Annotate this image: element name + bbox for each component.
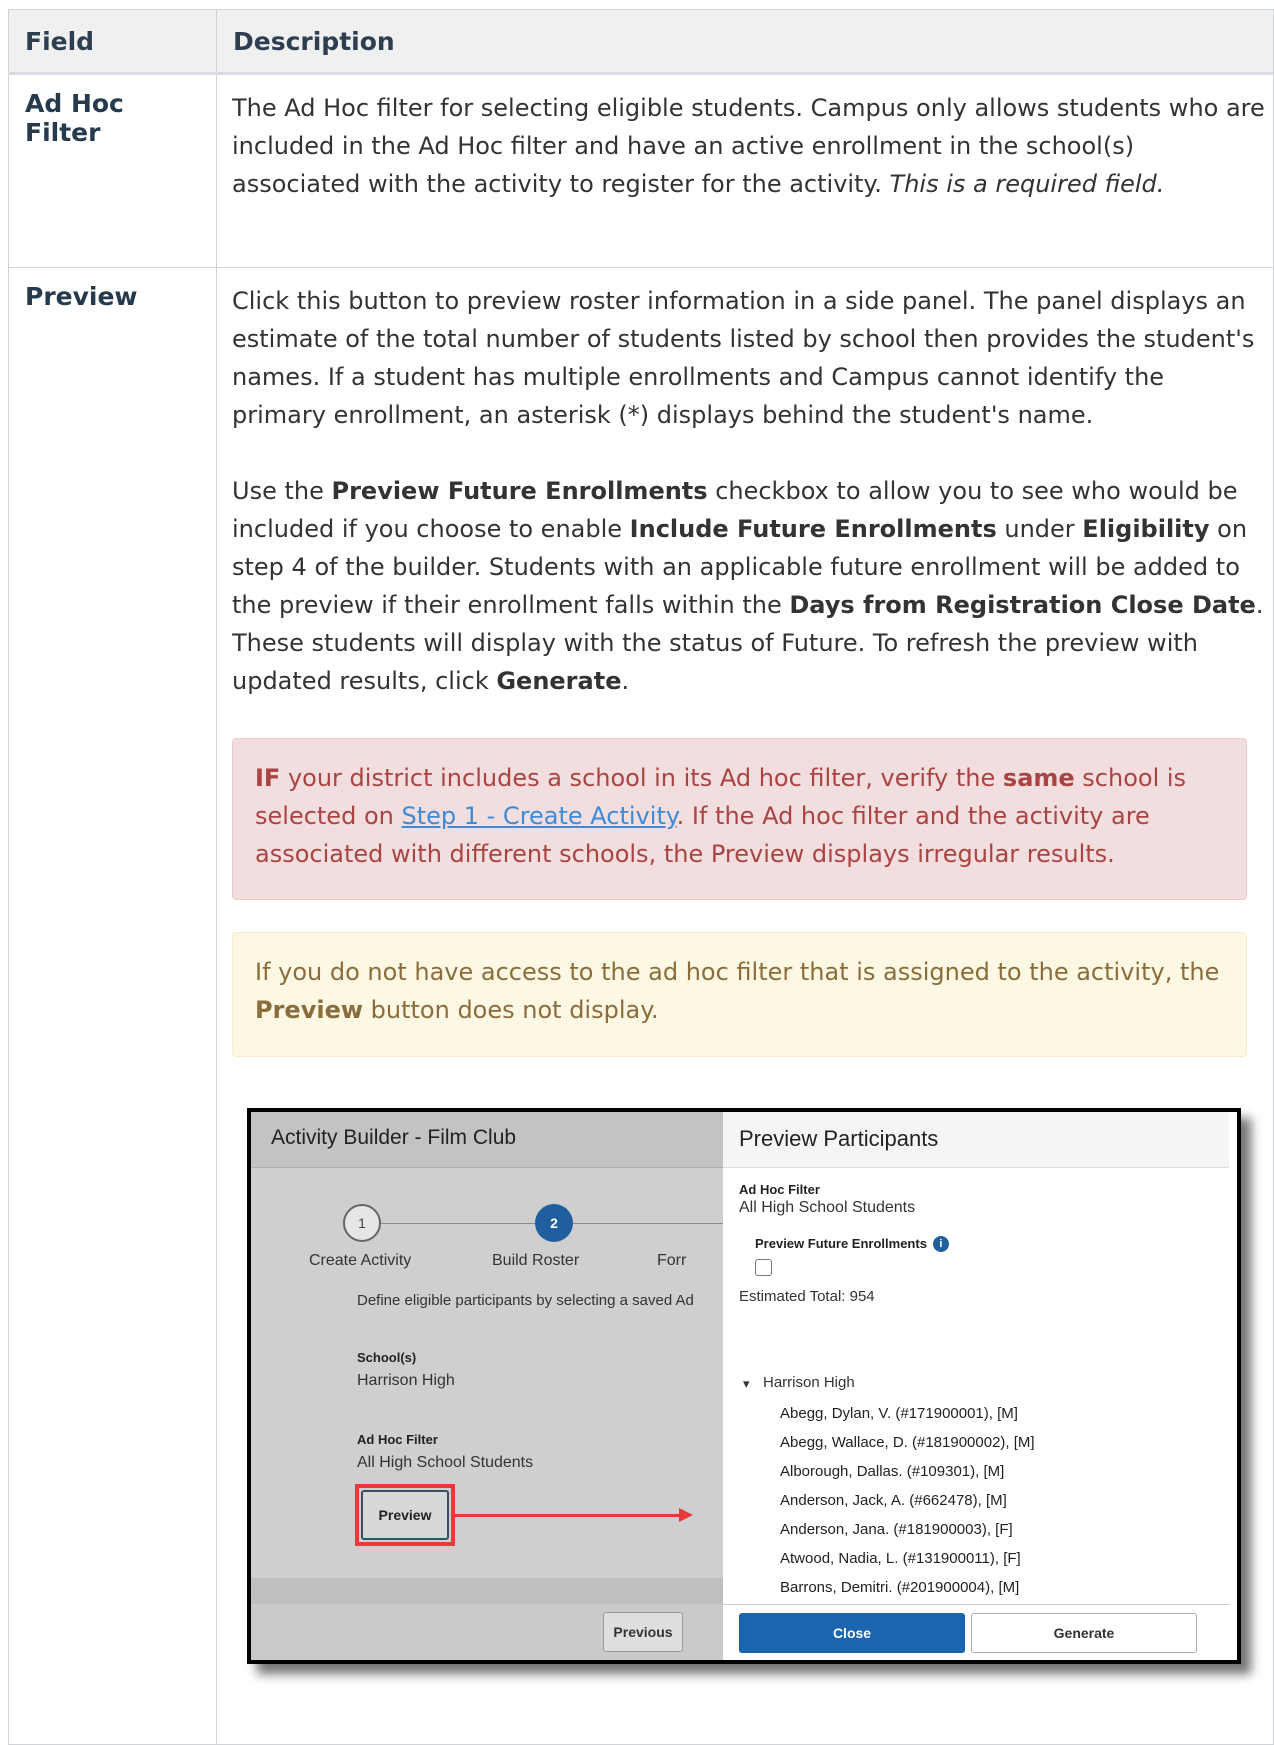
- callout-arrow: [455, 1514, 681, 1517]
- required-note: This is a required field.: [889, 170, 1165, 198]
- preview-participants-panel: Preview Participants Ad Hoc Filter All H…: [723, 1112, 1229, 1660]
- description-ad-hoc-filter: The Ad Hoc filter for selecting eligible…: [216, 73, 1274, 268]
- panel-adhoc-value: All High School Students: [739, 1199, 916, 1216]
- preview-paragraph-2: Use the Preview Future Enrollments check…: [232, 477, 1264, 695]
- panel-body: Ad Hoc Filter All High School Students P…: [739, 1182, 1229, 1391]
- step-1-circle[interactable]: 1: [343, 1204, 381, 1242]
- future-enrollments-row: Preview Future Enrollments i: [755, 1235, 1229, 1276]
- header-field: Field: [8, 9, 217, 75]
- ad-hoc-description-text: The Ad Hoc filter for selecting eligible…: [232, 94, 1265, 198]
- adhoc-filter-label: Ad Hoc Filter: [357, 1432, 438, 1447]
- list-item: Atwood, Nadia, L. (#131900011), [F]: [780, 1550, 1021, 1567]
- step-3-label: Forr: [657, 1252, 687, 1269]
- activity-builder-panel: Activity Builder - Film Club 1 2 Create …: [251, 1112, 723, 1660]
- list-item: Abegg, Wallace, D. (#181900002), [M]: [780, 1434, 1035, 1451]
- roster-instruction: Define eligible participants by selectin…: [357, 1292, 694, 1309]
- step-2-circle[interactable]: 2: [535, 1204, 573, 1242]
- school-label: School(s): [357, 1350, 417, 1365]
- step-connector: [381, 1223, 535, 1224]
- panel-footer: Close Generate: [723, 1604, 1229, 1660]
- danger-alert-box: IF your district includes a school in it…: [232, 738, 1247, 900]
- close-button[interactable]: Close: [739, 1613, 965, 1653]
- step-1-label: Create Activity: [309, 1252, 412, 1269]
- field-name-preview: Preview: [8, 267, 217, 1745]
- warning-alert-box: If you do not have access to the ad hoc …: [232, 932, 1247, 1057]
- table-header-row: Field Description: [8, 9, 1274, 75]
- adhoc-filter-value: All High School Students: [357, 1454, 534, 1471]
- preview-paragraph-1: Click this button to preview roster info…: [232, 287, 1255, 429]
- school-group-label: Harrison High: [763, 1374, 855, 1391]
- list-item: Anderson, Jack, A. (#662478), [M]: [780, 1492, 1007, 1509]
- step-1-create-activity-link[interactable]: Step 1 - Create Activity: [401, 802, 676, 830]
- callout-arrow-head: [679, 1508, 693, 1522]
- step-connector: [573, 1223, 723, 1224]
- footer-band: [251, 1578, 723, 1604]
- list-item: Abegg, Dylan, V. (#171900001), [M]: [780, 1405, 1018, 1422]
- list-item: Anderson, Jana. (#181900003), [F]: [780, 1521, 1013, 1538]
- estimated-total: Estimated Total: 954: [739, 1288, 875, 1305]
- preview-button[interactable]: Preview: [361, 1490, 449, 1540]
- step-2-label: Build Roster: [492, 1252, 580, 1269]
- generate-button[interactable]: Generate: [971, 1613, 1197, 1653]
- field-name-ad-hoc-filter: Ad Hoc Filter: [8, 73, 217, 268]
- list-item: Alborough, Dallas. (#109301), [M]: [780, 1463, 1005, 1480]
- table-row-ad-hoc-filter: Ad Hoc Filter The Ad Hoc filter for sele…: [8, 73, 1274, 268]
- header-description: Description: [216, 9, 1274, 75]
- future-enrollments-label: Preview Future Enrollments: [755, 1236, 927, 1251]
- expand-toggle-icon[interactable]: ▾: [743, 1376, 750, 1392]
- previous-button[interactable]: Previous: [603, 1612, 683, 1652]
- info-icon[interactable]: i: [932, 1235, 949, 1252]
- list-item: Barrons, Demitri. (#201900004), [M]: [780, 1579, 1020, 1596]
- panel-adhoc-label: Ad Hoc Filter: [739, 1182, 820, 1197]
- future-enrollments-checkbox[interactable]: [755, 1259, 772, 1276]
- preview-participants-screenshot: Activity Builder - Film Club 1 2 Create …: [247, 1108, 1241, 1664]
- panel-title: Preview Participants: [723, 1112, 1229, 1168]
- activity-builder-title: Activity Builder - Film Club: [251, 1112, 723, 1168]
- school-value: Harrison High: [357, 1372, 455, 1389]
